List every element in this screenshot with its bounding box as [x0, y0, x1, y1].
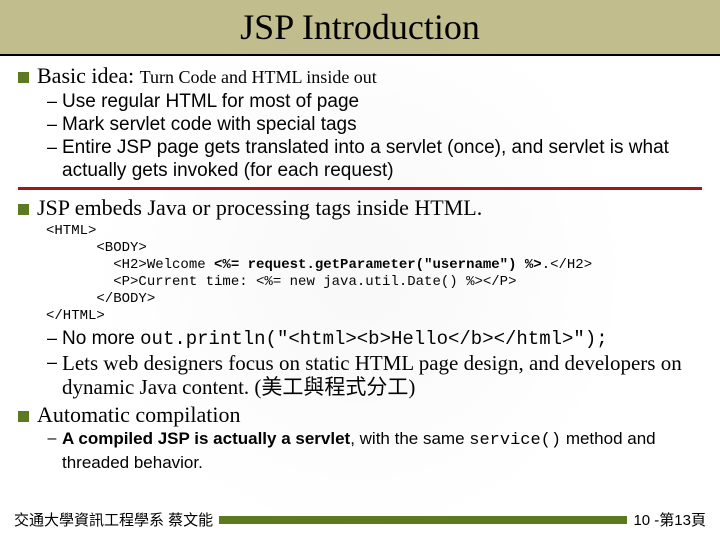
dash-icon: –	[46, 136, 58, 158]
dash-text: No more out.println("<html><b>Hello</b><…	[62, 327, 608, 351]
square-bullet-icon	[18, 204, 29, 215]
slide-title: JSP Introduction	[0, 6, 720, 48]
bullet-text: Automatic compilation	[37, 402, 240, 428]
dash-item: – A compiled JSP is actually a servlet, …	[46, 428, 702, 474]
bullet-text: Basic idea: Turn Code and HTML inside ou…	[37, 63, 377, 90]
dash-text: Use regular HTML for most of page	[62, 90, 359, 113]
code-line: <BODY>	[46, 240, 147, 256]
bullet-auto-compilation: Automatic compilation	[18, 402, 702, 428]
code-block: <HTML> <BODY> <H2>Welcome <%= request.ge…	[46, 223, 702, 325]
square-bullet-icon	[18, 72, 29, 83]
content-area: Basic idea: Turn Code and HTML inside ou…	[0, 56, 720, 474]
dash-text: Mark servlet code with special tags	[62, 113, 357, 136]
footer-bar	[219, 516, 627, 524]
square-bullet-icon	[18, 411, 29, 422]
bullet-text: JSP embeds Java or processing tags insid…	[37, 195, 482, 221]
footer-left: 交通大學資訊工程學系 蔡文能	[14, 509, 213, 530]
code-inline: out.println("<html><b>Hello</b></html>")…	[140, 328, 607, 350]
code-line: <H2>Welcome <%= request.getParameter("us…	[46, 257, 592, 273]
red-separator	[18, 187, 702, 190]
title-band: JSP Introduction	[0, 0, 720, 54]
dash-icon: –	[46, 90, 58, 112]
dash-text: A compiled JSP is actually a servlet, wi…	[62, 428, 702, 474]
dash-item: – Lets web designers focus on static HTM…	[46, 351, 702, 399]
rest-text: Turn Code and HTML inside out	[140, 67, 377, 87]
dash-icon: –	[46, 428, 58, 450]
footer-page: 10 -第13頁	[633, 509, 706, 530]
bullet-jsp-embeds: JSP embeds Java or processing tags insid…	[18, 195, 702, 221]
dash-item: – Mark servlet code with special tags	[46, 113, 702, 136]
dash-icon: –	[46, 351, 58, 373]
code-inline: service()	[469, 431, 561, 450]
code-line: </BODY>	[46, 291, 155, 307]
dash-item: – No more out.println("<html><b>Hello</b…	[46, 327, 702, 351]
dash-icon: –	[46, 113, 58, 135]
lead-text: Basic idea:	[37, 63, 140, 88]
bullet-basic-idea: Basic idea: Turn Code and HTML inside ou…	[18, 63, 702, 90]
dash-item: – Entire JSP page gets translated into a…	[46, 136, 702, 182]
footer: 交通大學資訊工程學系 蔡文能 10 -第13頁	[0, 509, 720, 530]
code-line: <P>Current time: <%= new java.util.Date(…	[46, 274, 516, 290]
dash-text: Entire JSP page gets translated into a s…	[62, 136, 702, 182]
dash-icon: –	[46, 327, 58, 349]
dash-item: – Use regular HTML for most of page	[46, 90, 702, 113]
code-line: </HTML>	[46, 308, 105, 324]
code-line: <HTML>	[46, 223, 96, 239]
dash-text: Lets web designers focus on static HTML …	[62, 351, 702, 399]
